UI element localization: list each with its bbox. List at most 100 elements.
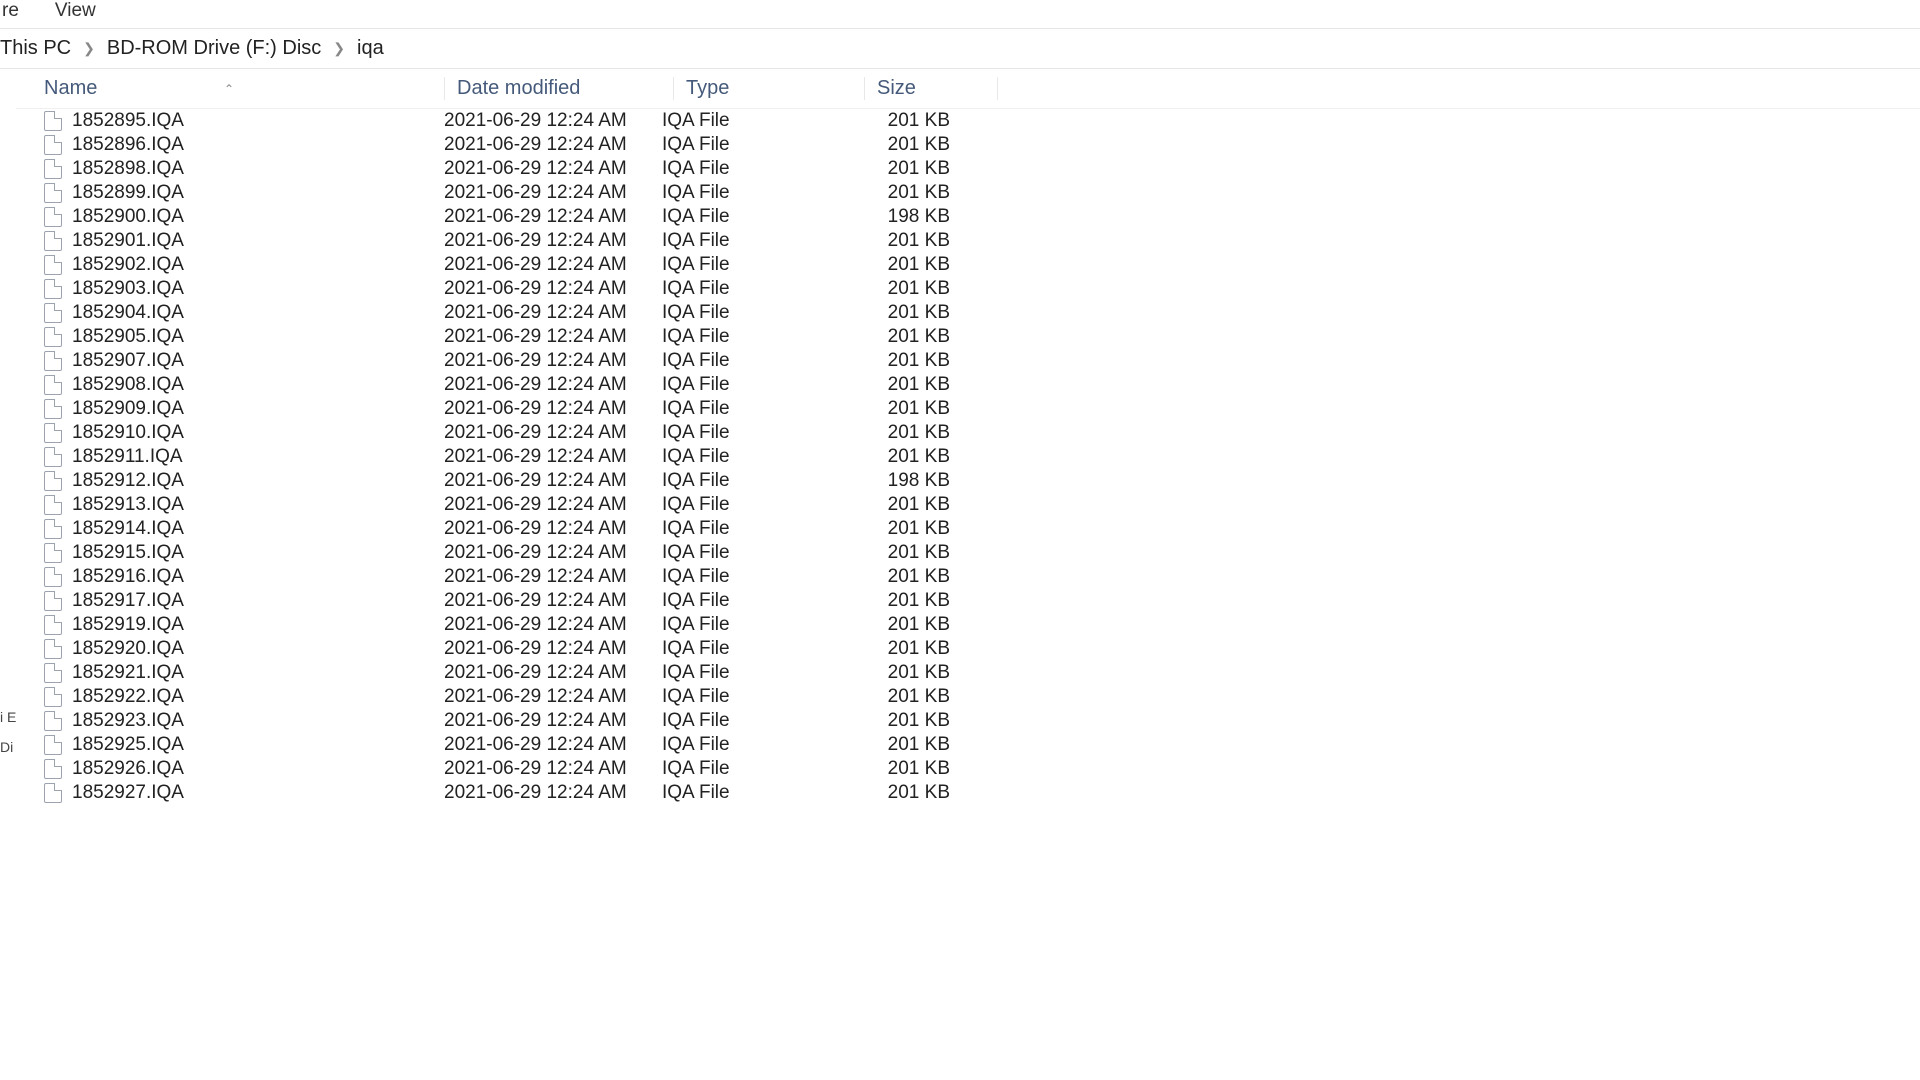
file-icon <box>44 687 62 707</box>
file-date: 2021-06-29 12:24 AM <box>444 326 662 348</box>
file-row[interactable]: 1852923.IQA2021-06-29 12:24 AMIQA File20… <box>16 709 1920 733</box>
file-date: 2021-06-29 12:24 AM <box>444 134 662 156</box>
file-size: 201 KB <box>842 374 964 396</box>
file-size: 201 KB <box>842 422 964 444</box>
file-row[interactable]: 1852895.IQA2021-06-29 12:24 AMIQA File20… <box>16 109 1920 133</box>
file-row[interactable]: 1852920.IQA2021-06-29 12:24 AMIQA File20… <box>16 637 1920 661</box>
file-type: IQA File <box>662 326 842 348</box>
file-type: IQA File <box>662 182 842 204</box>
file-size: 201 KB <box>842 110 964 132</box>
sort-ascending-icon: ⌃ <box>224 82 234 96</box>
file-type: IQA File <box>662 518 842 540</box>
column-header-name[interactable]: Name ⌃ <box>16 77 444 100</box>
file-row[interactable]: 1852896.IQA2021-06-29 12:24 AMIQA File20… <box>16 133 1920 157</box>
file-name: 1852901.IQA <box>72 230 184 252</box>
column-divider[interactable] <box>997 77 998 100</box>
file-size: 201 KB <box>842 494 964 516</box>
file-size: 201 KB <box>842 758 964 780</box>
ribbon-tabs: re View <box>0 0 1920 28</box>
file-row[interactable]: 1852915.IQA2021-06-29 12:24 AMIQA File20… <box>16 541 1920 565</box>
file-row[interactable]: 1852922.IQA2021-06-29 12:24 AMIQA File20… <box>16 685 1920 709</box>
column-header-size[interactable]: Size <box>875 77 997 100</box>
column-header-type[interactable]: Type <box>684 77 864 100</box>
file-icon <box>44 111 62 131</box>
file-date: 2021-06-29 12:24 AM <box>444 566 662 588</box>
file-row[interactable]: 1852913.IQA2021-06-29 12:24 AMIQA File20… <box>16 493 1920 517</box>
file-icon <box>44 351 62 371</box>
file-date: 2021-06-29 12:24 AM <box>444 278 662 300</box>
breadcrumb-item-folder[interactable]: iqa <box>357 37 384 60</box>
file-name: 1852896.IQA <box>72 134 184 156</box>
file-icon <box>44 303 62 323</box>
file-name: 1852903.IQA <box>72 278 184 300</box>
file-name: 1852898.IQA <box>72 158 184 180</box>
file-row[interactable]: 1852903.IQA2021-06-29 12:24 AMIQA File20… <box>16 277 1920 301</box>
file-date: 2021-06-29 12:24 AM <box>444 542 662 564</box>
file-name: 1852911.IQA <box>72 446 183 468</box>
file-type: IQA File <box>662 398 842 420</box>
file-date: 2021-06-29 12:24 AM <box>444 206 662 228</box>
breadcrumb[interactable]: This PC ❯ BD-ROM Drive (F:) Disc ❯ iqa <box>0 28 1920 69</box>
file-row[interactable]: 1852927.IQA2021-06-29 12:24 AMIQA File20… <box>16 781 1920 805</box>
file-row[interactable]: 1852898.IQA2021-06-29 12:24 AMIQA File20… <box>16 157 1920 181</box>
file-row[interactable]: 1852926.IQA2021-06-29 12:24 AMIQA File20… <box>16 757 1920 781</box>
file-icon <box>44 711 62 731</box>
file-name: 1852895.IQA <box>72 110 184 132</box>
ribbon-tab-view[interactable]: View <box>55 0 96 22</box>
file-date: 2021-06-29 12:24 AM <box>444 398 662 420</box>
file-size: 201 KB <box>842 350 964 372</box>
file-type: IQA File <box>662 350 842 372</box>
file-type: IQA File <box>662 638 842 660</box>
nav-item-fragment[interactable]: i E <box>0 709 16 739</box>
file-date: 2021-06-29 12:24 AM <box>444 686 662 708</box>
file-type: IQA File <box>662 686 842 708</box>
file-row[interactable]: 1852910.IQA2021-06-29 12:24 AMIQA File20… <box>16 421 1920 445</box>
column-header-date[interactable]: Date modified <box>455 77 673 100</box>
file-type: IQA File <box>662 710 842 732</box>
file-type: IQA File <box>662 782 842 804</box>
breadcrumb-item-drive[interactable]: BD-ROM Drive (F:) Disc <box>107 37 321 60</box>
file-size: 201 KB <box>842 326 964 348</box>
file-row[interactable]: 1852902.IQA2021-06-29 12:24 AMIQA File20… <box>16 253 1920 277</box>
file-row[interactable]: 1852914.IQA2021-06-29 12:24 AMIQA File20… <box>16 517 1920 541</box>
file-date: 2021-06-29 12:24 AM <box>444 494 662 516</box>
file-name: 1852921.IQA <box>72 662 184 684</box>
file-name: 1852912.IQA <box>72 470 184 492</box>
column-divider[interactable] <box>864 77 865 100</box>
file-type: IQA File <box>662 758 842 780</box>
file-row[interactable]: 1852916.IQA2021-06-29 12:24 AMIQA File20… <box>16 565 1920 589</box>
file-name: 1852916.IQA <box>72 566 184 588</box>
ribbon-tab-share[interactable]: re <box>2 0 19 22</box>
nav-item-fragment[interactable]: Di <box>0 739 16 769</box>
file-row[interactable]: 1852907.IQA2021-06-29 12:24 AMIQA File20… <box>16 349 1920 373</box>
file-date: 2021-06-29 12:24 AM <box>444 518 662 540</box>
file-icon <box>44 615 62 635</box>
file-row[interactable]: 1852925.IQA2021-06-29 12:24 AMIQA File20… <box>16 733 1920 757</box>
file-row[interactable]: 1852908.IQA2021-06-29 12:24 AMIQA File20… <box>16 373 1920 397</box>
file-name: 1852899.IQA <box>72 182 184 204</box>
file-row[interactable]: 1852901.IQA2021-06-29 12:24 AMIQA File20… <box>16 229 1920 253</box>
file-row[interactable]: 1852911.IQA2021-06-29 12:24 AMIQA File20… <box>16 445 1920 469</box>
file-row[interactable]: 1852919.IQA2021-06-29 12:24 AMIQA File20… <box>16 613 1920 637</box>
file-icon <box>44 663 62 683</box>
file-size: 201 KB <box>842 542 964 564</box>
file-date: 2021-06-29 12:24 AM <box>444 614 662 636</box>
column-divider[interactable] <box>673 77 674 100</box>
file-date: 2021-06-29 12:24 AM <box>444 254 662 276</box>
file-row[interactable]: 1852917.IQA2021-06-29 12:24 AMIQA File20… <box>16 589 1920 613</box>
file-type: IQA File <box>662 734 842 756</box>
file-row[interactable]: 1852909.IQA2021-06-29 12:24 AMIQA File20… <box>16 397 1920 421</box>
file-name: 1852922.IQA <box>72 686 184 708</box>
file-size: 201 KB <box>842 446 964 468</box>
file-size: 198 KB <box>842 206 964 228</box>
file-date: 2021-06-29 12:24 AM <box>444 158 662 180</box>
file-row[interactable]: 1852904.IQA2021-06-29 12:24 AMIQA File20… <box>16 301 1920 325</box>
file-row[interactable]: 1852921.IQA2021-06-29 12:24 AMIQA File20… <box>16 661 1920 685</box>
file-row[interactable]: 1852912.IQA2021-06-29 12:24 AMIQA File19… <box>16 469 1920 493</box>
breadcrumb-item-this-pc[interactable]: This PC <box>0 37 71 60</box>
file-type: IQA File <box>662 662 842 684</box>
file-row[interactable]: 1852905.IQA2021-06-29 12:24 AMIQA File20… <box>16 325 1920 349</box>
file-row[interactable]: 1852900.IQA2021-06-29 12:24 AMIQA File19… <box>16 205 1920 229</box>
column-divider[interactable] <box>444 77 445 100</box>
file-row[interactable]: 1852899.IQA2021-06-29 12:24 AMIQA File20… <box>16 181 1920 205</box>
